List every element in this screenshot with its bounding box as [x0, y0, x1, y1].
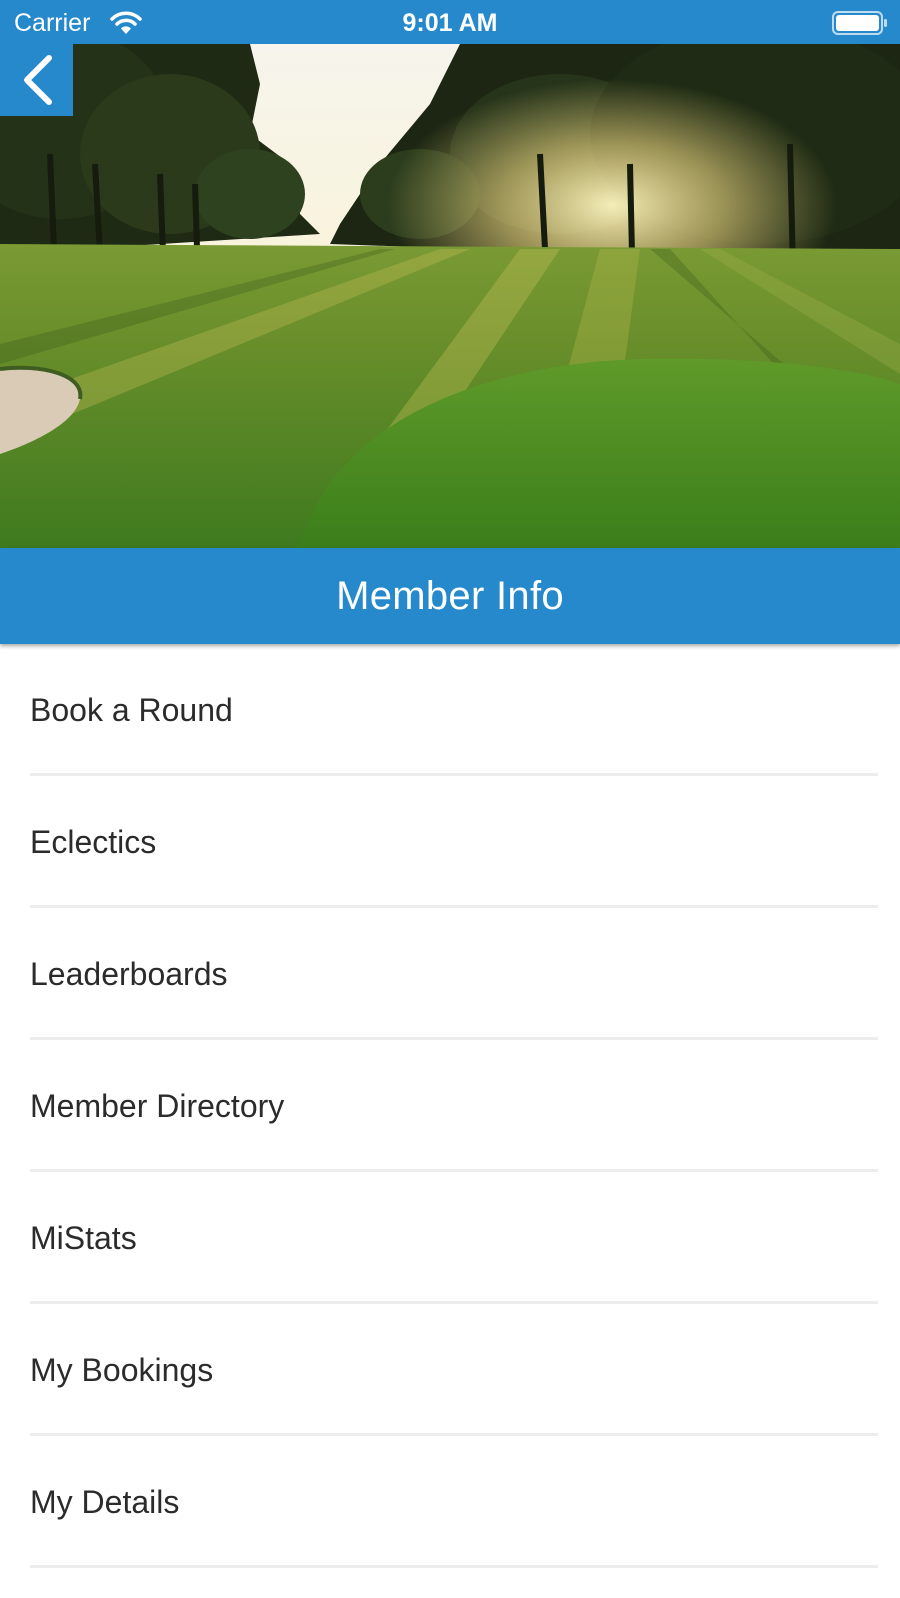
- status-bar: Carrier 9:01 AM: [0, 0, 900, 44]
- menu-item-leaderboards[interactable]: Leaderboards: [0, 908, 900, 1040]
- menu-item-member-directory[interactable]: Member Directory: [0, 1040, 900, 1172]
- menu-item-my-details[interactable]: My Details: [0, 1436, 900, 1568]
- menu-item-label: My Bookings: [30, 1352, 214, 1388]
- menu-item-label: MiStats: [30, 1220, 137, 1256]
- menu-item-label: Book a Round: [30, 692, 233, 728]
- page-title: Member Info: [336, 573, 564, 618]
- golf-course-photo: [0, 44, 900, 548]
- member-menu-list: Book a Round Eclectics Leaderboards Memb…: [0, 644, 900, 1568]
- menu-item-my-bookings[interactable]: My Bookings: [0, 1304, 900, 1436]
- divider: [30, 1565, 878, 1568]
- back-button[interactable]: [0, 44, 73, 116]
- menu-item-eclectics[interactable]: Eclectics: [0, 776, 900, 908]
- menu-item-label: My Details: [30, 1484, 180, 1520]
- hero-image: [0, 44, 900, 548]
- menu-item-label: Member Directory: [30, 1088, 285, 1124]
- clock: 9:01 AM: [402, 9, 498, 37]
- menu-item-book-a-round[interactable]: Book a Round: [0, 644, 900, 776]
- menu-item-mistats[interactable]: MiStats: [0, 1172, 900, 1304]
- page-header: Member Info: [0, 548, 900, 644]
- battery-full-icon: [832, 11, 887, 35]
- menu-item-label: Eclectics: [30, 824, 157, 860]
- menu-item-label: Leaderboards: [30, 956, 228, 992]
- chevron-left-icon: [23, 55, 52, 105]
